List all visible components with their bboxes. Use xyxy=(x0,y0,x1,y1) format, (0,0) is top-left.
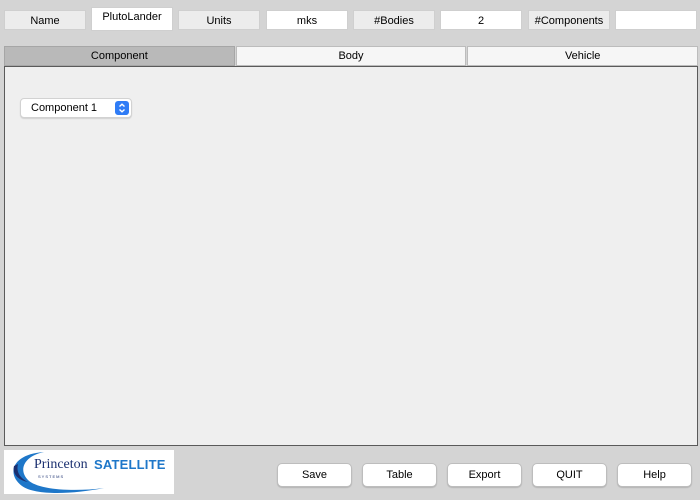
units-field[interactable]: mks xyxy=(266,10,348,30)
logo-text-princeton: Princeton xyxy=(34,457,88,472)
tab-component[interactable]: Component xyxy=(4,46,235,66)
table-button[interactable]: Table xyxy=(362,463,437,487)
chevron-updown-icon[interactable] xyxy=(115,101,129,115)
princeton-satellite-logo: Princeton SATELLITE SYSTEMS xyxy=(4,450,174,494)
components-field[interactable] xyxy=(615,10,697,30)
save-button[interactable]: Save xyxy=(277,463,352,487)
units-label: Units xyxy=(178,10,260,30)
name-field[interactable]: PlutoLander xyxy=(91,7,173,31)
bodies-label: #Bodies xyxy=(353,10,435,30)
bodies-field[interactable]: 2 xyxy=(440,10,522,30)
tab-vehicle[interactable]: Vehicle xyxy=(467,46,699,66)
components-label: #Components xyxy=(528,10,610,30)
component-select-value: Component 1 xyxy=(31,102,98,114)
export-button[interactable]: Export xyxy=(447,463,522,487)
logo-text-systems: SYSTEMS xyxy=(38,474,65,479)
quit-button[interactable]: QUIT xyxy=(532,463,607,487)
name-label: Name xyxy=(4,10,86,30)
tab-bar: Component Body Vehicle xyxy=(4,46,699,66)
help-button[interactable]: Help xyxy=(617,463,692,487)
component-select[interactable]: Component 1 xyxy=(20,98,132,118)
tab-body[interactable]: Body xyxy=(235,46,467,66)
logo-text-satellite: SATELLITE xyxy=(94,457,166,472)
component-panel: Component 1 xyxy=(4,66,698,446)
